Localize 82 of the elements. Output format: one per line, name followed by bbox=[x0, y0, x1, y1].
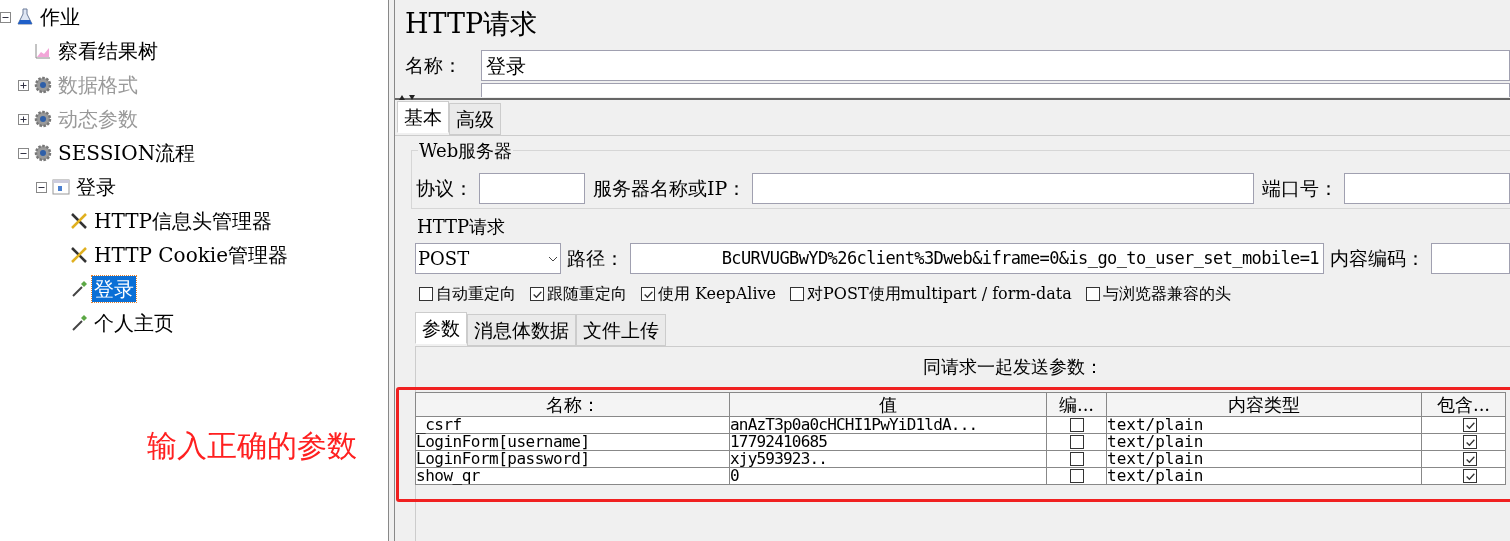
comment-field[interactable] bbox=[481, 83, 1510, 97]
table-cell: 17792410685 bbox=[729, 433, 1047, 451]
chevron-down-icon bbox=[548, 255, 558, 262]
encode-checkbox[interactable] bbox=[1069, 452, 1084, 466]
gear-icon bbox=[34, 110, 52, 128]
tree-item[interactable]: HTTP Cookie管理器 bbox=[92, 242, 291, 268]
checkbox[interactable] bbox=[1085, 287, 1100, 301]
path-field[interactable]: BcURVUGBwYD%26client%3Dweb&iframe=0&is_go_to_user_set_mobile=1 bbox=[630, 243, 1324, 274]
annotation-text: 输入正确的参数 bbox=[147, 427, 357, 465]
table-cell: anAzT3p0a0cHCHI1PwYiD1ldA... bbox=[729, 416, 1047, 434]
path-label: 路径： bbox=[567, 246, 624, 272]
tab[interactable]: 高级 bbox=[449, 103, 501, 135]
table-cell: xjy593923.. bbox=[729, 450, 1047, 468]
port-field[interactable] bbox=[1344, 173, 1510, 204]
include-checkbox[interactable] bbox=[1463, 435, 1477, 449]
checkbox[interactable] bbox=[790, 287, 805, 301]
table-cell: text/plain bbox=[1106, 416, 1422, 434]
chart-icon bbox=[34, 42, 52, 60]
table-cell: LoginForm[password] bbox=[415, 450, 730, 468]
table-cell: show_qr bbox=[415, 467, 730, 485]
checkbox[interactable] bbox=[419, 287, 433, 301]
protocol-label: 协议： bbox=[416, 176, 473, 202]
group-title: Web服务器 bbox=[418, 139, 514, 163]
window-icon bbox=[52, 178, 70, 196]
group-title: HTTP请求 bbox=[417, 215, 506, 239]
tree-item[interactable]: 个人主页 bbox=[92, 310, 176, 336]
tools-icon bbox=[70, 212, 88, 230]
protocol-field[interactable] bbox=[479, 173, 585, 204]
checkbox-label: 自动重定向 bbox=[436, 283, 516, 305]
column-header[interactable]: 名称： bbox=[415, 392, 730, 417]
tab[interactable]: 参数 bbox=[415, 312, 467, 344]
name-label: 名称： bbox=[405, 53, 463, 79]
tools-icon bbox=[70, 246, 88, 264]
column-header[interactable]: 包含... bbox=[1421, 392, 1506, 417]
tree-item[interactable]: 作业 bbox=[38, 4, 82, 30]
table-cell: text/plain bbox=[1106, 433, 1422, 451]
checkbox[interactable] bbox=[641, 287, 655, 301]
tree-item[interactable]: HTTP信息头管理器 bbox=[92, 208, 274, 234]
minus-icon[interactable] bbox=[18, 147, 29, 159]
table-cell: 0 bbox=[729, 467, 1047, 485]
pipette-icon bbox=[70, 280, 88, 298]
table-cell: _csrf bbox=[415, 416, 730, 434]
encode-checkbox[interactable] bbox=[1069, 418, 1084, 432]
encoding-label: 内容编码： bbox=[1330, 246, 1425, 272]
flask-icon bbox=[16, 8, 34, 26]
tab[interactable]: 基本 bbox=[397, 101, 449, 133]
tab[interactable]: 文件上传 bbox=[576, 314, 666, 346]
encode-checkbox[interactable] bbox=[1069, 469, 1084, 483]
table-cell: LoginForm[username] bbox=[415, 433, 730, 451]
splitter-arrows-icon[interactable] bbox=[397, 94, 417, 100]
include-checkbox[interactable] bbox=[1463, 418, 1477, 432]
checkbox-label: 对POST使用multipart / form-data bbox=[807, 283, 1072, 305]
tab[interactable]: 消息体数据 bbox=[467, 314, 576, 346]
server-field[interactable] bbox=[752, 173, 1255, 204]
panel-title: HTTP请求 bbox=[405, 7, 539, 41]
checkbox[interactable] bbox=[530, 287, 544, 301]
checkbox-label: 使用 KeepAlive bbox=[658, 283, 777, 305]
pipette-icon bbox=[70, 314, 88, 332]
method-dropdown[interactable]: POST bbox=[415, 243, 561, 274]
include-checkbox[interactable] bbox=[1463, 452, 1477, 466]
checkbox-label: 跟随重定向 bbox=[547, 283, 627, 305]
include-checkbox[interactable] bbox=[1463, 469, 1477, 483]
table-cell: text/plain bbox=[1106, 467, 1422, 485]
encoding-field[interactable] bbox=[1431, 243, 1510, 274]
params-title: 同请求一起发送参数： bbox=[922, 355, 1104, 379]
encode-checkbox[interactable] bbox=[1069, 435, 1084, 449]
column-header[interactable]: 值 bbox=[729, 392, 1047, 417]
column-header[interactable]: 内容类型 bbox=[1106, 392, 1422, 417]
server-label: 服务器名称或IP： bbox=[593, 176, 747, 202]
tree-item[interactable]: 登录 bbox=[92, 276, 136, 302]
port-label: 端口号： bbox=[1262, 176, 1339, 202]
tree-item[interactable]: SESSION流程 bbox=[56, 140, 198, 166]
table-cell: text/plain bbox=[1106, 450, 1422, 468]
column-header[interactable]: 编... bbox=[1046, 392, 1107, 417]
name-field[interactable]: 登录 bbox=[481, 50, 1510, 81]
tree-item[interactable]: 登录 bbox=[74, 174, 118, 200]
minus-icon[interactable] bbox=[0, 11, 11, 23]
minus-icon[interactable] bbox=[36, 181, 47, 193]
gear-icon bbox=[34, 76, 52, 94]
tree-item[interactable]: 察看结果树 bbox=[56, 38, 160, 64]
checkbox-label: 与浏览器兼容的头 bbox=[1102, 283, 1231, 305]
gear-icon bbox=[34, 144, 52, 162]
